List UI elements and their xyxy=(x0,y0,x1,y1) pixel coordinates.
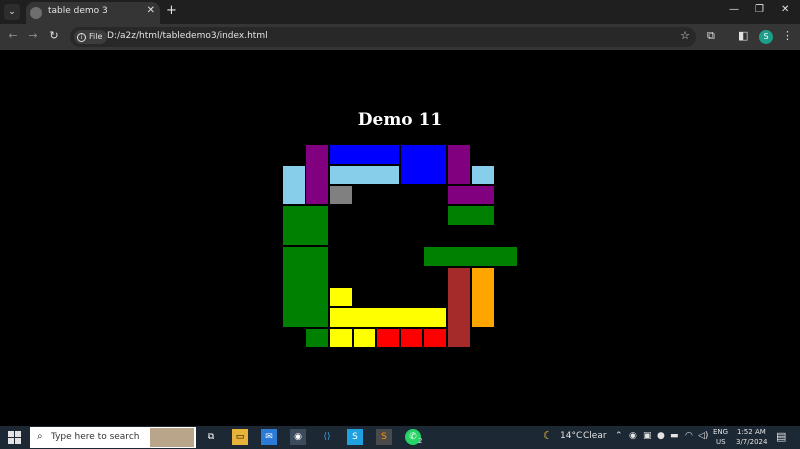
taskbar-search-box[interactable]: ⌕ Type here to search xyxy=(30,427,196,448)
bookmark-star-icon[interactable]: ☆ xyxy=(680,29,690,42)
weather-condition[interactable]: Clear xyxy=(583,431,607,441)
block-purple-right-wide xyxy=(447,185,495,205)
search-icon: ⌕ xyxy=(37,431,43,442)
block-gray xyxy=(329,185,353,205)
tab-strip: ⌄ table demo 3 ✕ + — ❐ ✕ xyxy=(0,0,800,24)
meet-icon[interactable]: ▣ xyxy=(643,431,652,441)
url-text[interactable]: D:/a2z/html/tabledemo3/index.html xyxy=(107,31,268,41)
clock-time[interactable]: 1:52 AM xyxy=(737,428,766,436)
block-green-right-bar xyxy=(423,246,518,267)
volume-icon[interactable]: ◁) xyxy=(698,431,708,441)
info-icon: i xyxy=(77,33,86,42)
side-panel-icon[interactable]: ◧ xyxy=(738,29,748,42)
block-lightblue-wide xyxy=(329,165,400,185)
block-yellow-wide xyxy=(329,307,447,328)
language-us[interactable]: US xyxy=(716,438,726,446)
block-green-right-small xyxy=(447,205,495,226)
site-info-chip[interactable]: i File xyxy=(74,30,108,44)
profile-avatar[interactable]: S xyxy=(759,30,773,44)
file-explorer-icon[interactable]: ▭ xyxy=(232,429,248,445)
vscode-icon[interactable]: ⟨⟩ xyxy=(319,429,335,445)
forward-icon[interactable]: → xyxy=(25,29,41,42)
block-green-left-lower xyxy=(282,246,329,328)
browser-tab[interactable]: table demo 3 ✕ xyxy=(26,2,160,24)
block-green-left-upper xyxy=(282,205,329,246)
close-tab-icon[interactable]: ✕ xyxy=(147,5,155,16)
windows-start-icon[interactable] xyxy=(8,431,21,444)
windows-taskbar: ⌕ Type here to search ⧉ ▭ ✉ ◉ ⟨⟩ S S ✆ 2… xyxy=(0,426,800,449)
search-highlight-image xyxy=(150,428,194,447)
block-purple-top-left xyxy=(305,144,329,205)
page-title: Demo 11 xyxy=(357,110,443,130)
search-placeholder: Type here to search xyxy=(51,432,140,442)
microphone-icon[interactable]: ● xyxy=(657,431,665,441)
show-hidden-icons-icon[interactable]: ⌃ xyxy=(615,431,623,441)
skype-icon[interactable]: S xyxy=(347,429,363,445)
sublime-text-icon[interactable]: S xyxy=(376,429,392,445)
restore-icon[interactable]: ❐ xyxy=(755,4,764,15)
block-lightblue-right xyxy=(471,165,495,185)
block-yellow-bottom-1 xyxy=(329,328,353,348)
mail-icon[interactable]: ✉ xyxy=(261,429,277,445)
block-lightblue-left xyxy=(282,165,306,205)
whatsapp-badge: 2 xyxy=(418,437,423,445)
weather-temperature[interactable]: 14°C xyxy=(560,431,582,441)
chrome-icon[interactable]: ◉ xyxy=(290,429,306,445)
more-menu-icon[interactable]: ⋮ xyxy=(782,29,793,42)
block-yellow-bottom-2 xyxy=(353,328,376,348)
task-view-icon[interactable]: ⧉ xyxy=(203,429,219,445)
block-blue-top-tall xyxy=(400,144,447,185)
tab-search-chevron-icon[interactable]: ⌄ xyxy=(4,4,20,20)
browser-toolbar: ← → ↻ i File D:/a2z/html/tabledemo3/index… xyxy=(0,24,800,50)
notifications-icon[interactable]: ▤ xyxy=(776,430,786,443)
moon-icon: ☾ xyxy=(543,429,553,442)
block-yellow-small xyxy=(329,287,353,307)
battery-icon[interactable]: ▬ xyxy=(670,431,679,441)
reload-icon[interactable]: ↻ xyxy=(46,29,62,42)
back-icon[interactable]: ← xyxy=(5,29,21,42)
block-green-bottom xyxy=(305,328,329,348)
minimize-icon[interactable]: — xyxy=(729,4,739,15)
wifi-icon[interactable]: ◠ xyxy=(685,431,693,441)
tab-title: table demo 3 xyxy=(48,6,108,16)
address-bar[interactable]: i File D:/a2z/html/tabledemo3/index.html … xyxy=(70,27,696,47)
block-red-bottom-3 xyxy=(423,328,447,348)
block-red-bottom-1 xyxy=(376,328,400,348)
site-info-label: File xyxy=(89,32,103,41)
block-brown-tall xyxy=(447,267,471,348)
block-purple-top-right xyxy=(447,144,471,185)
page-viewport xyxy=(0,50,800,425)
clock-date[interactable]: 3/7/2024 xyxy=(736,438,767,446)
new-tab-icon[interactable]: + xyxy=(166,3,177,18)
record-icon[interactable]: ◉ xyxy=(629,431,637,441)
close-window-icon[interactable]: ✕ xyxy=(781,4,789,15)
globe-icon xyxy=(30,7,42,19)
extensions-icon[interactable]: ⧉ xyxy=(707,29,715,43)
block-blue-top-wide xyxy=(329,144,400,165)
language-eng[interactable]: ENG xyxy=(713,428,728,436)
block-orange-tall xyxy=(471,267,495,328)
block-red-bottom-2 xyxy=(400,328,423,348)
